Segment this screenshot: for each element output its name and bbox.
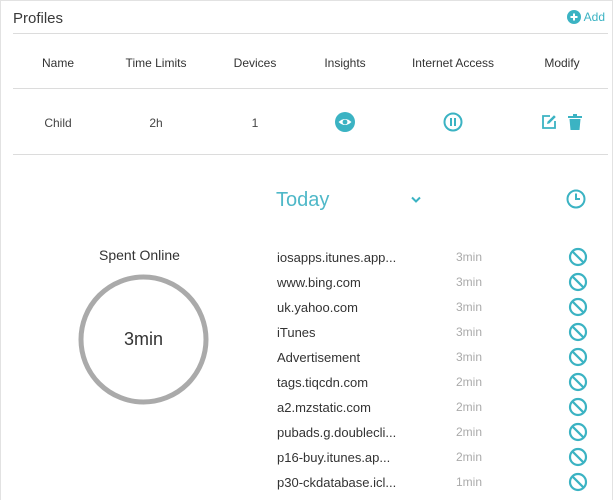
divider	[13, 88, 608, 89]
plus-circle-icon	[566, 10, 581, 24]
column-header-devices: Devices	[233, 56, 277, 70]
site-name: tags.tiqcdn.com	[277, 375, 369, 390]
site-name: www.bing.com	[277, 275, 361, 290]
profile-time-limits: 2h	[149, 116, 163, 130]
column-header-modify: Modify	[544, 56, 580, 70]
block-icon[interactable]	[568, 297, 588, 317]
profiles-panel: Profiles Add Name Time Limits Devices In…	[0, 0, 613, 500]
site-time: 3min	[456, 275, 483, 289]
block-icon[interactable]	[568, 372, 588, 392]
list-item: www.bing.com 3min	[1, 271, 613, 296]
site-time: 2min	[456, 425, 483, 439]
site-name: a2.mzstatic.com	[277, 400, 371, 415]
site-time: 3min	[456, 300, 483, 314]
block-icon[interactable]	[568, 422, 588, 442]
eye-icon[interactable]	[335, 112, 355, 132]
profile-name: Child	[44, 116, 72, 130]
clock-icon[interactable]	[566, 189, 586, 209]
block-icon[interactable]	[568, 272, 588, 292]
list-item: iosapps.itunes.app... 3min	[1, 246, 613, 271]
block-icon[interactable]	[568, 472, 588, 492]
list-item: tags.tiqcdn.com 2min	[1, 371, 613, 396]
site-time: 1min	[456, 475, 483, 489]
list-item: uk.yahoo.com 3min	[1, 296, 613, 321]
divider	[13, 154, 608, 155]
block-icon[interactable]	[568, 447, 588, 467]
site-name: p30-ckdatabase.icl...	[277, 475, 397, 490]
block-icon[interactable]	[568, 322, 588, 342]
divider	[13, 33, 608, 34]
column-header-name: Name	[41, 56, 75, 70]
site-name: Advertisement	[277, 350, 361, 365]
list-item: a2.mzstatic.com 2min	[1, 396, 613, 421]
site-time: 2min	[456, 450, 483, 464]
list-item: Advertisement 3min	[1, 346, 613, 371]
site-time: 3min	[456, 250, 483, 264]
site-time: 2min	[456, 400, 483, 414]
block-icon[interactable]	[568, 397, 588, 417]
list-item: p30-ckdatabase.icl... 1min	[1, 471, 613, 496]
site-name: uk.yahoo.com	[277, 300, 358, 315]
list-item: iTunes 3min	[1, 321, 613, 346]
add-label: Add	[583, 10, 605, 24]
profile-devices: 1	[251, 116, 259, 130]
chevron-down-icon[interactable]	[410, 196, 422, 204]
block-icon[interactable]	[568, 247, 588, 267]
page-title: Profiles	[13, 10, 64, 27]
period-selector[interactable]: Today	[276, 189, 329, 212]
site-name: iosapps.itunes.app...	[277, 250, 397, 265]
trash-icon[interactable]	[568, 114, 582, 130]
block-icon[interactable]	[568, 347, 588, 367]
pause-icon[interactable]	[443, 112, 463, 132]
column-header-insights: Insights	[324, 56, 366, 70]
add-profile-button[interactable]: Add	[566, 10, 605, 24]
site-name: iTunes	[277, 325, 316, 340]
list-item: pubads.g.doublecli... 2min	[1, 421, 613, 446]
site-time: 3min	[456, 350, 483, 364]
site-name: pubads.g.doublecli...	[277, 425, 397, 440]
column-header-internet-access: Internet Access	[411, 56, 495, 70]
site-time: 3min	[456, 325, 483, 339]
list-item: p16-buy.itunes.ap... 2min	[1, 446, 613, 471]
column-header-time-limits: Time Limits	[125, 56, 187, 70]
site-name: p16-buy.itunes.ap...	[277, 450, 391, 465]
edit-icon[interactable]	[541, 114, 557, 130]
site-time: 2min	[456, 375, 483, 389]
